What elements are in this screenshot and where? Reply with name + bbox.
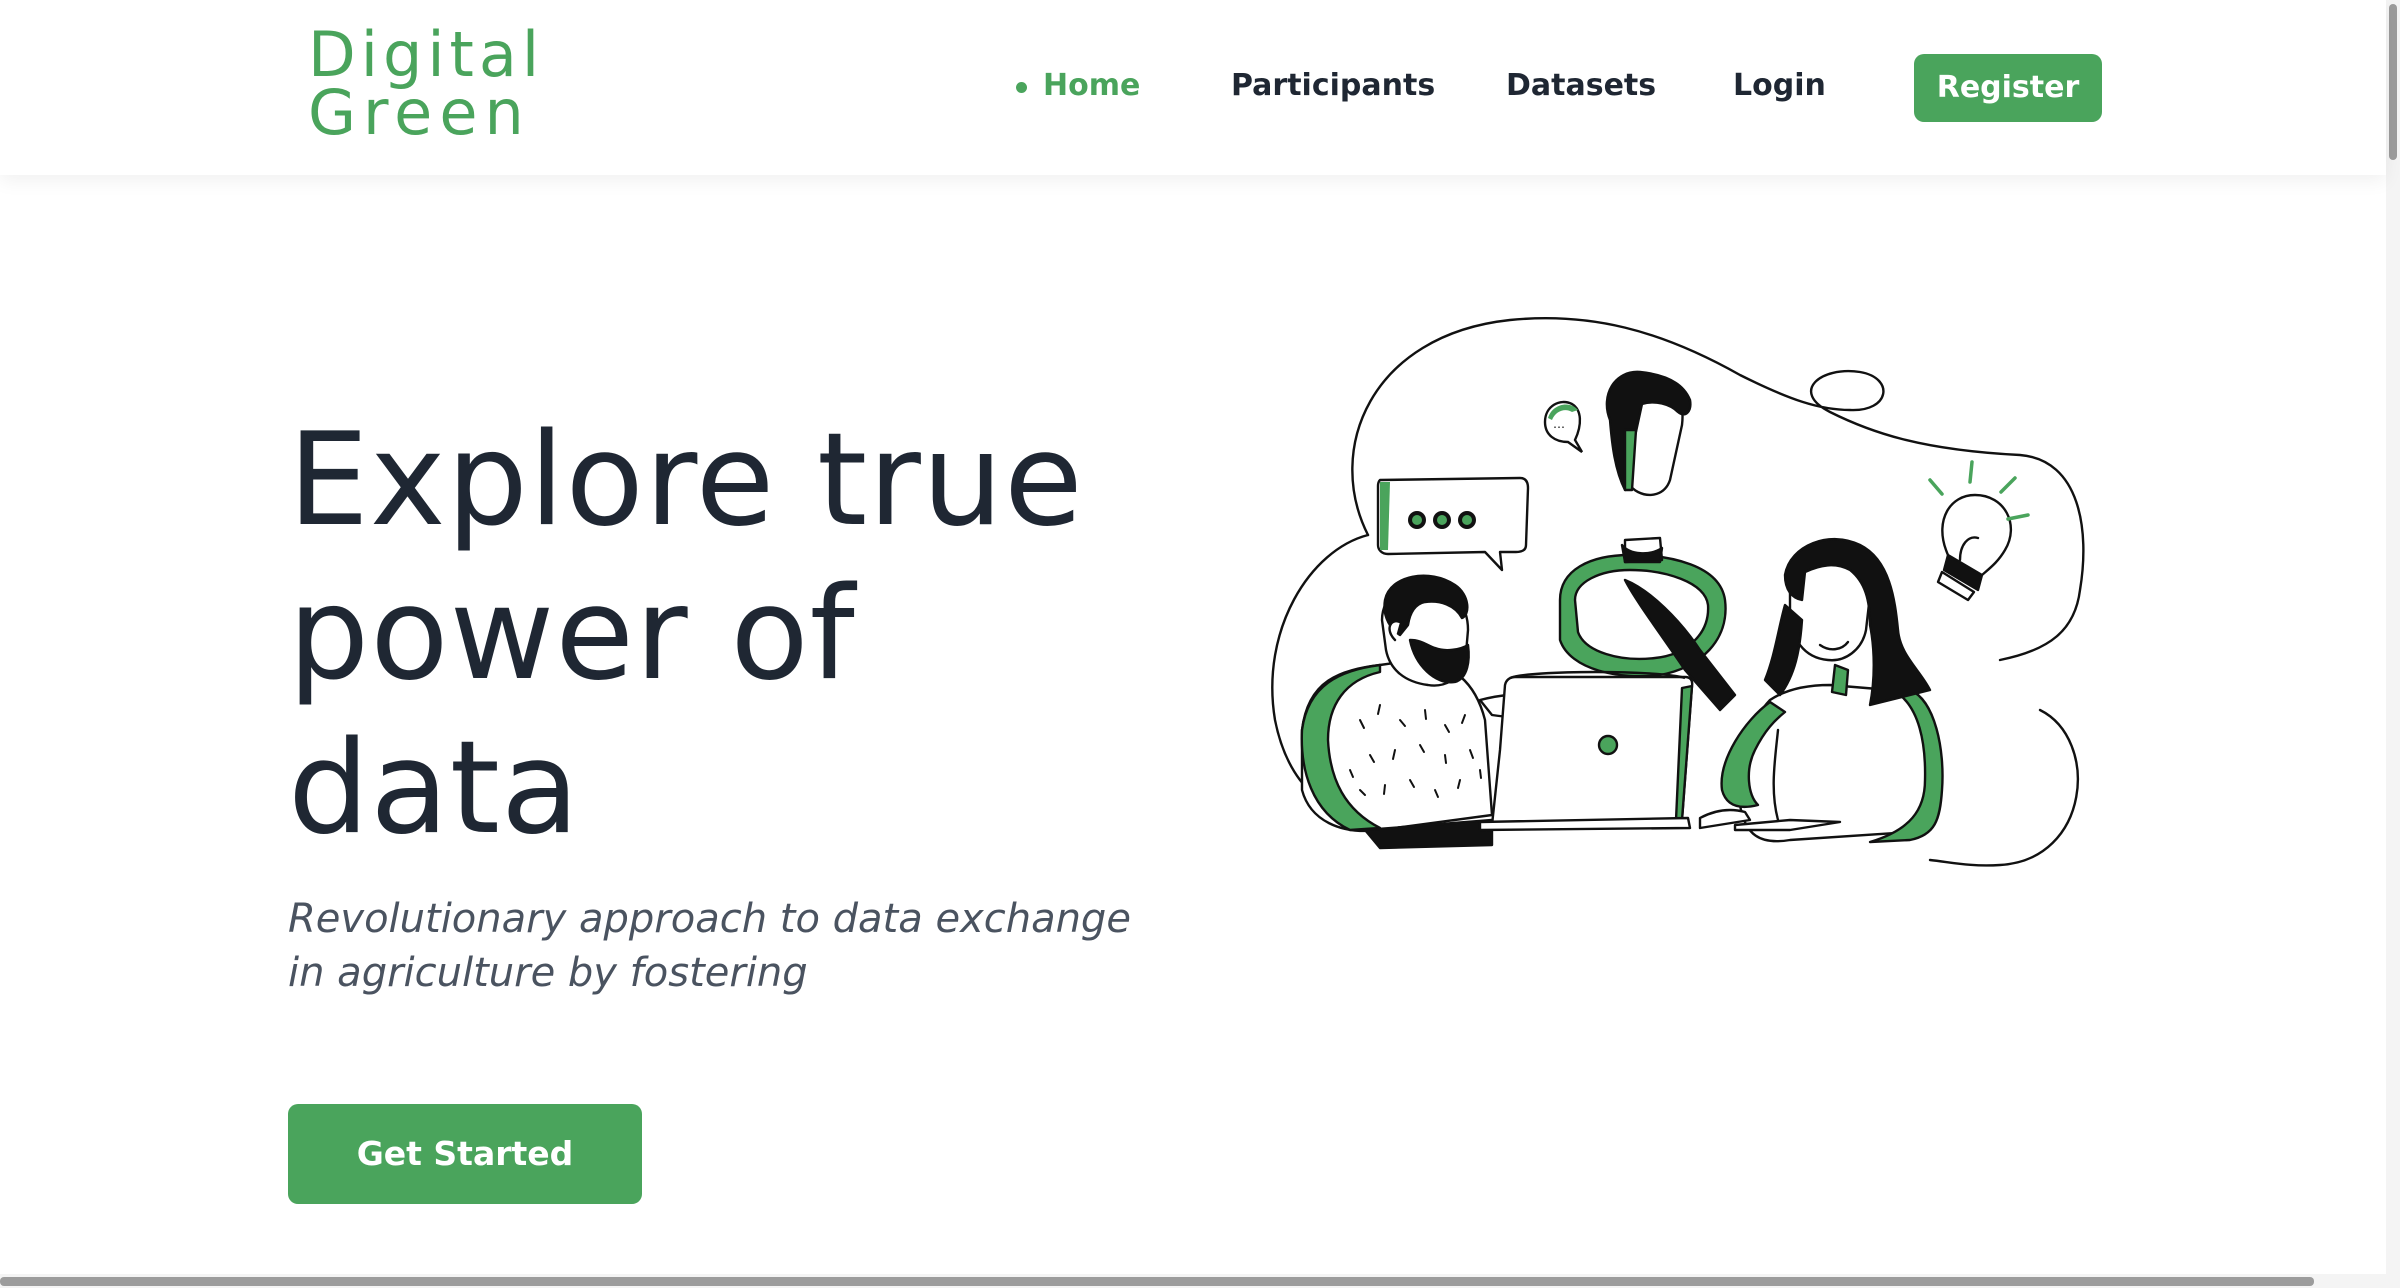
horizontal-scrollbar-thumb[interactable] <box>0 1277 2314 1286</box>
page: Digital Green Home Participants Datasets… <box>0 0 2400 1288</box>
hero-subtitle-line-2: in agriculture by fostering <box>288 950 808 996</box>
nav-participants-label: Participants <box>1231 68 1436 103</box>
hero-subtitle: Revolutionary approach to data exchange … <box>288 892 1188 1000</box>
nav-datasets-label: Datasets <box>1506 68 1657 103</box>
hero-title-line-2: power of <box>288 560 856 709</box>
hero-title-line-3: data <box>288 714 581 863</box>
hero-title-line-1: Explore true <box>288 406 1084 555</box>
horizontal-scrollbar[interactable] <box>0 1274 2386 1288</box>
team-collaboration-illustration: … <box>1271 317 2085 867</box>
vertical-scrollbar-thumb[interactable] <box>2389 4 2397 160</box>
site-header: Digital Green Home Participants Datasets… <box>0 0 2386 175</box>
nav-home[interactable]: Home <box>1016 68 1141 103</box>
svg-text:…: … <box>1553 417 1565 431</box>
vertical-scrollbar[interactable] <box>2386 0 2400 1288</box>
nav-login-label: Login <box>1733 68 1826 103</box>
logo-line-2: Green <box>308 76 531 149</box>
nav-datasets[interactable]: Datasets <box>1506 68 1656 103</box>
nav-home-label: Home <box>1043 68 1141 103</box>
hero-subtitle-line-1: Revolutionary approach to data exchange <box>288 896 1131 942</box>
nav-login[interactable]: Login <box>1733 68 1826 103</box>
get-started-button[interactable]: Get Started <box>288 1104 642 1204</box>
register-button[interactable]: Register <box>1914 54 2102 122</box>
digital-green-logo[interactable]: Digital Green <box>308 24 618 149</box>
active-indicator-dot <box>1016 82 1027 93</box>
nav-participants[interactable]: Participants <box>1231 68 1435 103</box>
hero-title: Explore true power of data <box>288 404 1188 866</box>
